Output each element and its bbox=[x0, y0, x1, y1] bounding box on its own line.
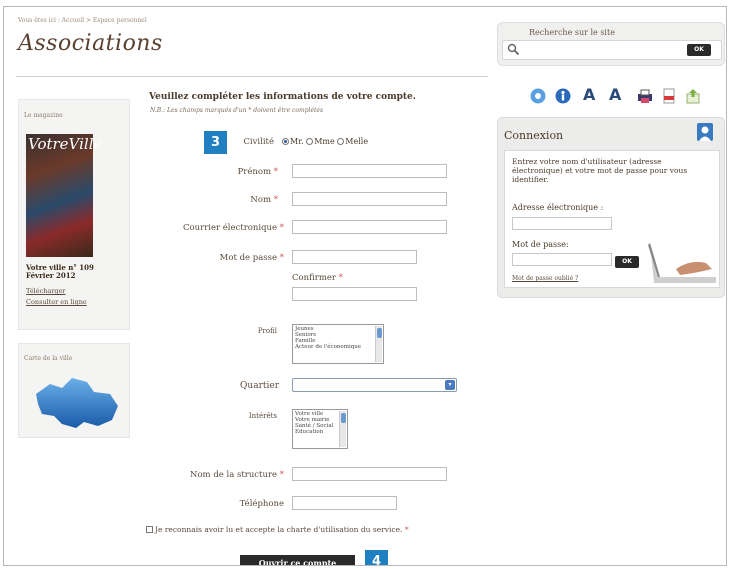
page-title: Associations bbox=[18, 31, 163, 56]
nom-field[interactable] bbox=[292, 192, 447, 206]
login-email-field[interactable] bbox=[512, 217, 612, 230]
print-icon[interactable] bbox=[636, 87, 654, 105]
laptop-illustration bbox=[648, 243, 716, 283]
quartier-select[interactable]: ▾ bbox=[292, 378, 457, 392]
title-divider bbox=[16, 76, 488, 77]
forgot-password-link[interactable]: Mot de passe oublié ? bbox=[512, 275, 578, 282]
profil-listbox[interactable]: Jeunes Seniors Famille Acteur de l'écono… bbox=[292, 324, 384, 364]
search-submit-button[interactable]: OK bbox=[687, 44, 711, 56]
interets-scrollbar[interactable] bbox=[339, 411, 346, 447]
form-heading: Veuillez compléter les informations de v… bbox=[149, 92, 416, 102]
charter-checkbox[interactable] bbox=[146, 526, 153, 533]
confirm-password-field[interactable] bbox=[292, 287, 417, 301]
profil-scrollbar[interactable] bbox=[375, 326, 382, 362]
confirm-label: Confirmer * bbox=[292, 273, 343, 283]
civility-option-mme: Mme bbox=[314, 137, 335, 146]
login-title: Connexion bbox=[504, 129, 564, 142]
profil-option[interactable]: Acteur de l'économique bbox=[295, 344, 381, 350]
open-account-button[interactable]: Ouvrir ce compte bbox=[240, 555, 355, 565]
civility-radio-group: Mr. Mme Melle bbox=[282, 137, 368, 146]
login-intro: Entrez votre nom d'utilisateur (adresse … bbox=[512, 157, 688, 184]
help-icon[interactable] bbox=[529, 87, 547, 105]
magazine-heading: Le magazine bbox=[24, 112, 63, 119]
city-map-image[interactable] bbox=[32, 374, 122, 430]
prenom-field[interactable] bbox=[292, 164, 447, 178]
charter-row: Je reconnais avoir lu et accepte la char… bbox=[146, 525, 409, 534]
charter-text: Je reconnais avoir lu et accepte la char… bbox=[155, 525, 403, 534]
step-marker-4: 4 bbox=[365, 550, 388, 565]
civility-label: Civilité bbox=[243, 137, 274, 147]
email-field[interactable] bbox=[292, 220, 447, 234]
structure-field[interactable] bbox=[292, 467, 447, 481]
pdf-icon[interactable] bbox=[660, 87, 678, 105]
text-increase-icon[interactable]: A bbox=[609, 85, 621, 104]
civility-radio-melle[interactable] bbox=[337, 138, 345, 145]
civility-radio-mme[interactable] bbox=[306, 138, 314, 145]
user-avatar-icon bbox=[697, 123, 713, 141]
telephone-label: Téléphone bbox=[239, 499, 284, 509]
share-icon[interactable] bbox=[684, 87, 702, 105]
text-decrease-icon[interactable]: A bbox=[583, 85, 595, 104]
interets-option[interactable]: Education bbox=[295, 429, 345, 435]
login-submit-button[interactable]: OK bbox=[615, 256, 639, 268]
profil-label: Profil bbox=[257, 327, 277, 335]
read-online-link[interactable]: Consulter en ligne bbox=[26, 298, 87, 306]
quartier-label: Quartier bbox=[240, 381, 279, 391]
interets-label: Intérêts bbox=[248, 412, 277, 420]
structure-label: Nom de la structure * bbox=[190, 470, 284, 480]
profil-scroll-thumb[interactable] bbox=[377, 328, 382, 338]
telephone-field[interactable] bbox=[292, 496, 397, 510]
city-map-heading: Carte de la ville bbox=[24, 355, 73, 362]
login-password-label: Mot de passe: bbox=[512, 240, 569, 249]
search-label: Recherche sur le site bbox=[529, 28, 615, 37]
magazine-cover-title: VotreVille bbox=[28, 135, 103, 153]
interets-listbox[interactable]: Votre ville Votre mairie Santé / Social … bbox=[292, 409, 348, 449]
interets-scroll-thumb[interactable] bbox=[341, 413, 346, 423]
civility-option-mr: Mr. bbox=[290, 137, 304, 146]
prenom-label: Prénom * bbox=[237, 167, 278, 177]
magazine-caption: Votre ville n° 109 Février 2012 bbox=[26, 263, 94, 280]
email-label: Courrier électronique * bbox=[183, 223, 284, 233]
step-marker-3: 3 bbox=[204, 131, 227, 154]
form-note: N.B.: Les champs marqués d'un * doivent … bbox=[150, 107, 324, 114]
login-password-field[interactable] bbox=[512, 253, 612, 266]
nom-label: Nom * bbox=[250, 195, 278, 205]
civility-radio-mr[interactable] bbox=[282, 138, 289, 145]
login-email-label: Adresse électronique : bbox=[512, 203, 604, 212]
accessibility-icon[interactable] bbox=[554, 87, 572, 105]
password-field[interactable] bbox=[292, 250, 417, 264]
page-frame: Vous êtes ici : Accueil > Espace personn… bbox=[3, 6, 727, 566]
breadcrumb[interactable]: Vous êtes ici : Accueil > Espace personn… bbox=[18, 17, 147, 24]
password-label: Mot de passe * bbox=[219, 253, 284, 263]
search-icon[interactable] bbox=[507, 43, 520, 56]
download-link[interactable]: Télécharger bbox=[26, 287, 66, 295]
chevron-down-icon[interactable]: ▾ bbox=[445, 380, 455, 390]
civility-option-melle: Melle bbox=[345, 137, 369, 146]
